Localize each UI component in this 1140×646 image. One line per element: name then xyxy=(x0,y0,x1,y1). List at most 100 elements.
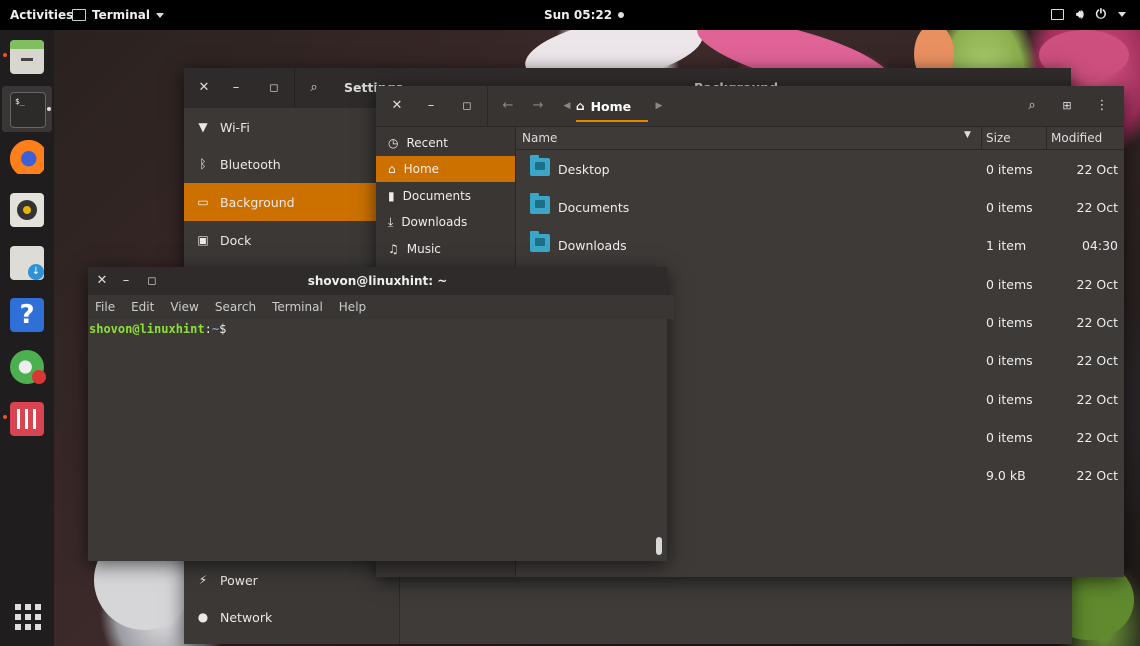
top-bar: Activities Terminal Sun 05:22 🔊︎ ⏻ xyxy=(0,0,1140,30)
wifi-icon: ▼ xyxy=(198,120,208,134)
file-size: 0 items xyxy=(986,162,1033,177)
divider xyxy=(294,68,295,108)
window-icon xyxy=(1051,9,1065,20)
prompt-separator: : xyxy=(204,322,212,336)
software-app-icon[interactable]: ↓ xyxy=(10,246,44,280)
terminal-window: ✕ – ◻ shovon@linuxhint: ~ File Edit View… xyxy=(88,267,674,561)
sidebar-item-wifi[interactable]: ▼ Wi-Fi xyxy=(184,108,376,146)
sidebar-item-label: Power xyxy=(220,572,258,588)
sidebar-item-bluetooth[interactable]: ᛒ Bluetooth xyxy=(184,145,376,183)
places-item-documents[interactable]: ▮ Documents xyxy=(376,183,515,209)
firefox-app-icon[interactable] xyxy=(10,140,44,174)
sidebar-item-label: Bluetooth xyxy=(220,156,281,172)
activities-button[interactable]: Activities xyxy=(10,8,73,22)
file-modified: 22 Oct xyxy=(1076,430,1119,445)
help-app-icon[interactable]: ? xyxy=(10,298,44,332)
sort-down-icon[interactable]: ▼ xyxy=(964,130,971,140)
file-size: 0 items xyxy=(986,353,1033,368)
forward-arrow-icon[interactable]: → xyxy=(527,95,549,117)
file-row[interactable]: Documents 0 items 22 Oct xyxy=(516,188,1124,226)
file-modified: 22 Oct xyxy=(1076,315,1119,330)
file-size: 1 item xyxy=(986,238,1027,253)
terminal-body[interactable]: shovon@linuxhint:~$ xyxy=(88,319,667,561)
places-item-downloads[interactable]: ⤓ Downloads xyxy=(376,209,515,235)
file-name: Downloads xyxy=(558,238,627,253)
close-icon[interactable]: ✕ xyxy=(386,95,408,117)
menu-view[interactable]: View xyxy=(170,300,198,314)
file-modified: 22 Oct xyxy=(1076,200,1119,215)
close-icon[interactable]: ✕ xyxy=(193,77,215,99)
maximize-icon[interactable]: ◻ xyxy=(456,95,478,117)
chevron-left-icon[interactable]: ◀ xyxy=(556,95,578,117)
menu-search[interactable]: Search xyxy=(215,300,256,314)
sidebar-item-dock[interactable]: ▣ Dock xyxy=(184,221,376,259)
menu-dots-icon[interactable]: ⋮ xyxy=(1091,95,1113,117)
file-name: Desktop xyxy=(558,162,610,177)
terminal-headerbar: ✕ – ◻ shovon@linuxhint: ~ xyxy=(88,267,667,295)
path-bar[interactable]: ⌂ Home xyxy=(576,86,648,126)
dock-icon: ▣ xyxy=(197,233,209,247)
minimize-icon[interactable]: – xyxy=(225,77,247,99)
chevron-right-icon[interactable]: ▶ xyxy=(648,95,670,117)
column-header-name[interactable]: Name xyxy=(522,131,557,145)
app-menu-label: Terminal xyxy=(92,8,151,22)
places-item-recent[interactable]: ◷ Recent xyxy=(376,130,515,156)
menu-help[interactable]: Help xyxy=(339,300,366,314)
view-grid-icon[interactable]: ⊞ xyxy=(1056,95,1078,117)
column-header-modified[interactable]: Modified xyxy=(1051,131,1102,145)
path-home-label: Home xyxy=(590,98,632,114)
maximize-icon[interactable]: ◻ xyxy=(263,77,285,99)
places-item-label: Documents xyxy=(402,189,472,203)
file-list-header: Name ▼ Size Modified xyxy=(516,127,1124,150)
sidebar-item-power[interactable]: ⚡ Power xyxy=(184,561,376,599)
divider xyxy=(1046,127,1047,149)
file-row[interactable]: Desktop 0 items 22 Oct xyxy=(516,150,1124,188)
power-menu-icon: ⏻ xyxy=(1095,7,1106,22)
divider xyxy=(487,86,488,126)
files-headerbar: ✕ – ◻ ← → ◀ ⌂ Home ▶ ⌕ ⊞ ⋮ xyxy=(376,86,1124,127)
clock[interactable]: Sun 05:22 xyxy=(544,8,625,22)
menu-file[interactable]: File xyxy=(95,300,115,314)
chevron-down-icon xyxy=(1118,12,1126,17)
chevron-down-icon xyxy=(156,12,165,18)
search-icon[interactable]: ⌕ xyxy=(303,77,325,99)
sidebar-item-label: Dock xyxy=(220,232,252,248)
system-tray[interactable]: 🔊︎ ⏻ xyxy=(1051,7,1126,22)
places-item-home[interactable]: ⌂ Home xyxy=(376,156,515,182)
sidebar-item-label: Network xyxy=(220,609,273,625)
show-applications-icon[interactable] xyxy=(15,604,41,630)
file-size: 0 items xyxy=(986,315,1033,330)
divider xyxy=(981,127,982,149)
background-icon: ▭ xyxy=(197,195,209,209)
places-item-label: Recent xyxy=(406,136,448,150)
minimize-icon[interactable]: – xyxy=(420,95,442,117)
search-icon[interactable]: ⌕ xyxy=(1021,95,1043,117)
running-indicator xyxy=(3,415,7,419)
column-header-size[interactable]: Size xyxy=(986,131,1011,145)
file-size: 0 items xyxy=(986,200,1033,215)
running-indicator xyxy=(47,107,51,111)
menu-edit[interactable]: Edit xyxy=(131,300,154,314)
sidebar-item-network[interactable]: ● Network xyxy=(184,598,376,636)
places-item-music[interactable]: ♫ Music xyxy=(376,236,515,262)
file-size: 9.0 kB xyxy=(986,468,1026,483)
file-modified: 22 Oct xyxy=(1076,353,1119,368)
menu-terminal[interactable]: Terminal xyxy=(272,300,323,314)
mixer-app-icon[interactable] xyxy=(10,402,44,436)
folder-documents-icon xyxy=(530,193,550,214)
app-menu[interactable]: Terminal xyxy=(72,8,165,22)
gimp-app-icon[interactable] xyxy=(10,350,46,384)
running-indicator xyxy=(3,53,7,57)
places-item-label: Music xyxy=(406,242,441,256)
terminal-scrollbar[interactable] xyxy=(656,537,662,555)
download-icon: ⤓ xyxy=(388,214,394,229)
file-size: 0 items xyxy=(986,277,1033,292)
dock: $_ ↓ ? xyxy=(0,30,54,646)
back-arrow-icon[interactable]: ← xyxy=(497,95,519,117)
rhythmbox-app-icon[interactable] xyxy=(10,193,44,227)
sidebar-item-background[interactable]: ▭ Background xyxy=(184,183,376,221)
file-row[interactable]: Downloads 1 item 04:30 xyxy=(516,226,1124,264)
notification-dot-icon xyxy=(618,12,625,18)
files-app-icon[interactable] xyxy=(10,40,44,74)
terminal-app-icon[interactable]: $_ xyxy=(10,92,46,128)
